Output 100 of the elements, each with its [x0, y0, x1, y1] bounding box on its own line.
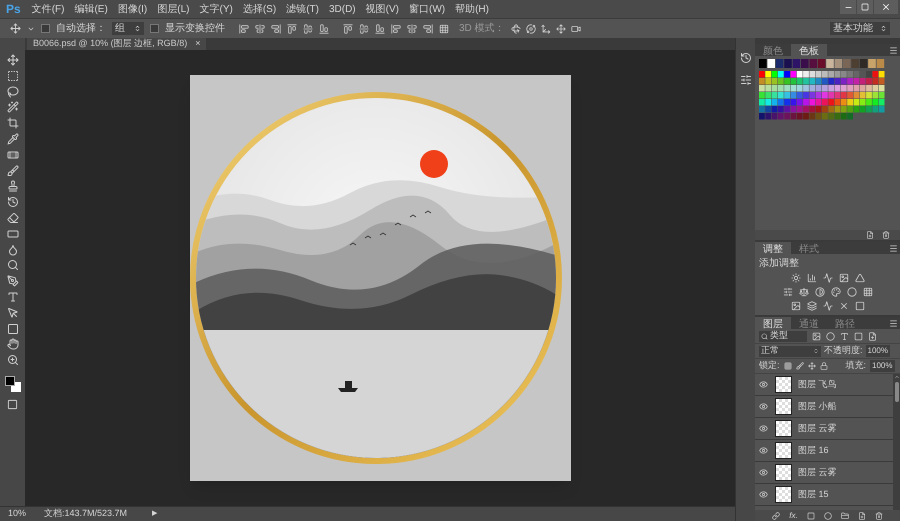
checkbox[interactable]	[150, 24, 159, 33]
cross-icon[interactable]	[838, 301, 848, 311]
visibility-eye-icon[interactable]	[759, 468, 768, 477]
curve-icon[interactable]	[822, 301, 832, 311]
align-icon[interactable]	[303, 24, 313, 34]
delete-icon[interactable]	[874, 512, 883, 520]
menu-item[interactable]: 视图(V)	[360, 2, 404, 16]
distribute-icon[interactable]	[423, 24, 433, 34]
layer-row[interactable]: 图层 飞鸟	[755, 374, 893, 396]
panel-menu-icon[interactable]	[889, 244, 898, 252]
balance-icon[interactable]	[798, 287, 808, 297]
distribute-icon[interactable]	[343, 24, 353, 34]
lock-brush-icon[interactable]	[796, 362, 804, 370]
panel-menu-icon[interactable]	[889, 46, 898, 54]
panel-tab[interactable]: 图层	[755, 317, 791, 329]
distribute-icon[interactable]	[391, 24, 401, 34]
contrast-icon[interactable]	[814, 287, 824, 297]
move-tool-icon[interactable]	[10, 23, 21, 34]
properties-icon[interactable]	[740, 74, 752, 86]
close-button[interactable]	[874, 0, 898, 14]
panel-tab[interactable]: 色板	[791, 44, 827, 56]
new-layer-icon[interactable]	[858, 512, 866, 520]
scrollbar[interactable]	[893, 374, 900, 510]
image-icon[interactable]	[790, 301, 800, 311]
drop-tool-icon[interactable]	[6, 244, 18, 256]
color-swatches-icon[interactable]	[4, 376, 20, 392]
move-3d-icon[interactable]	[540, 24, 551, 34]
menu-item[interactable]: 图像(I)	[112, 2, 152, 16]
menu-item[interactable]: 3D(D)	[324, 2, 361, 16]
document-tab[interactable]: B0066.psd @ 10% (图层 边框, RGB/8) ×	[27, 38, 206, 50]
distribute-icon[interactable]	[375, 24, 385, 34]
lock-icon[interactable]	[820, 362, 828, 370]
folder-icon[interactable]	[840, 512, 849, 520]
menu-item[interactable]: 帮助(H)	[450, 2, 494, 16]
stamp-tool-icon[interactable]	[6, 180, 18, 192]
align-icon[interactable]	[255, 24, 265, 34]
panel-menu-icon[interactable]	[889, 318, 898, 328]
wand-tool-icon[interactable]	[6, 101, 18, 114]
exposure-icon[interactable]	[838, 273, 848, 283]
maximize-button[interactable]	[857, 0, 873, 14]
visibility-eye-icon[interactable]	[759, 446, 768, 455]
delete-icon[interactable]	[882, 231, 890, 239]
eraser-tool-icon[interactable]	[6, 212, 18, 224]
menu-item[interactable]: 图层(L)	[152, 2, 194, 16]
close-tab-button[interactable]: ×	[195, 37, 200, 51]
levels-icon[interactable]	[806, 273, 816, 283]
panel-tab[interactable]: 调整	[755, 242, 791, 254]
opacity-field[interactable]: 100%	[866, 345, 890, 357]
visibility-eye-icon[interactable]	[759, 490, 768, 499]
distribute-icon[interactable]	[407, 24, 417, 34]
distribute-icon[interactable]	[359, 24, 369, 34]
menu-item[interactable]: 选择(S)	[238, 2, 282, 16]
rectangle-tool-icon[interactable]	[6, 322, 18, 335]
layer-row[interactable]: 图层 16	[755, 440, 893, 462]
new-swatch-icon[interactable]	[866, 231, 874, 239]
fx-button[interactable]: fx.	[789, 510, 798, 521]
align-icon[interactable]	[287, 24, 297, 34]
type-filter-icon[interactable]	[840, 332, 849, 340]
pan-icon[interactable]	[556, 24, 566, 34]
menu-item[interactable]: 文件(F)	[26, 2, 70, 16]
eyedropper-tool-icon[interactable]	[6, 132, 18, 145]
orbit-icon[interactable]	[526, 24, 536, 34]
history-icon[interactable]	[740, 52, 752, 64]
minimize-button[interactable]	[840, 0, 856, 14]
lock-position-icon[interactable]	[808, 362, 816, 370]
layer-filter-dropdown[interactable]: 类型	[759, 330, 807, 342]
curves-icon[interactable]	[822, 273, 832, 283]
pixel-filter-icon[interactable]	[812, 332, 821, 340]
crop-tool-icon[interactable]	[6, 117, 18, 130]
sliders-icon[interactable]	[782, 287, 792, 297]
layer-row[interactable]: 图层 15	[755, 484, 893, 506]
align-icon[interactable]	[239, 24, 249, 34]
layers-icon[interactable]	[806, 301, 816, 311]
square-icon[interactable]	[854, 301, 864, 311]
align-icon[interactable]	[271, 24, 281, 34]
move-tool-icon[interactable]	[6, 54, 18, 66]
palette-icon[interactable]	[830, 287, 840, 297]
fill-field[interactable]: 100%	[870, 360, 894, 372]
scrollbar-thumb[interactable]	[894, 382, 898, 402]
visibility-eye-icon[interactable]	[759, 380, 768, 389]
lasso-tool-icon[interactable]	[6, 86, 18, 98]
visibility-eye-icon[interactable]	[759, 424, 768, 433]
checkbox[interactable]	[41, 24, 50, 33]
marquee-tool-icon[interactable]	[6, 70, 18, 82]
menu-item[interactable]: 文字(Y)	[194, 2, 238, 16]
menu-item[interactable]: 滤镜(T)	[281, 2, 324, 16]
rotate-3d-icon[interactable]	[510, 24, 521, 34]
auto-select-dropdown[interactable]: 组	[112, 22, 144, 35]
menu-item[interactable]: 编辑(E)	[69, 2, 113, 16]
auto-align-icon[interactable]	[439, 24, 449, 34]
camera-icon[interactable]	[570, 24, 581, 34]
bandage-tool-icon[interactable]	[6, 148, 18, 161]
zoom-tool-icon[interactable]	[6, 354, 18, 366]
history-brush-icon[interactable]	[6, 196, 18, 208]
brightness-icon[interactable]	[790, 273, 800, 283]
workspace-dropdown[interactable]: 基本功能	[830, 22, 890, 35]
grid-icon[interactable]	[862, 287, 872, 297]
brush-tool-icon[interactable]	[6, 164, 18, 177]
layer-row[interactable]: 图层 小船	[755, 396, 893, 418]
pointer-tool-icon[interactable]	[6, 306, 18, 319]
